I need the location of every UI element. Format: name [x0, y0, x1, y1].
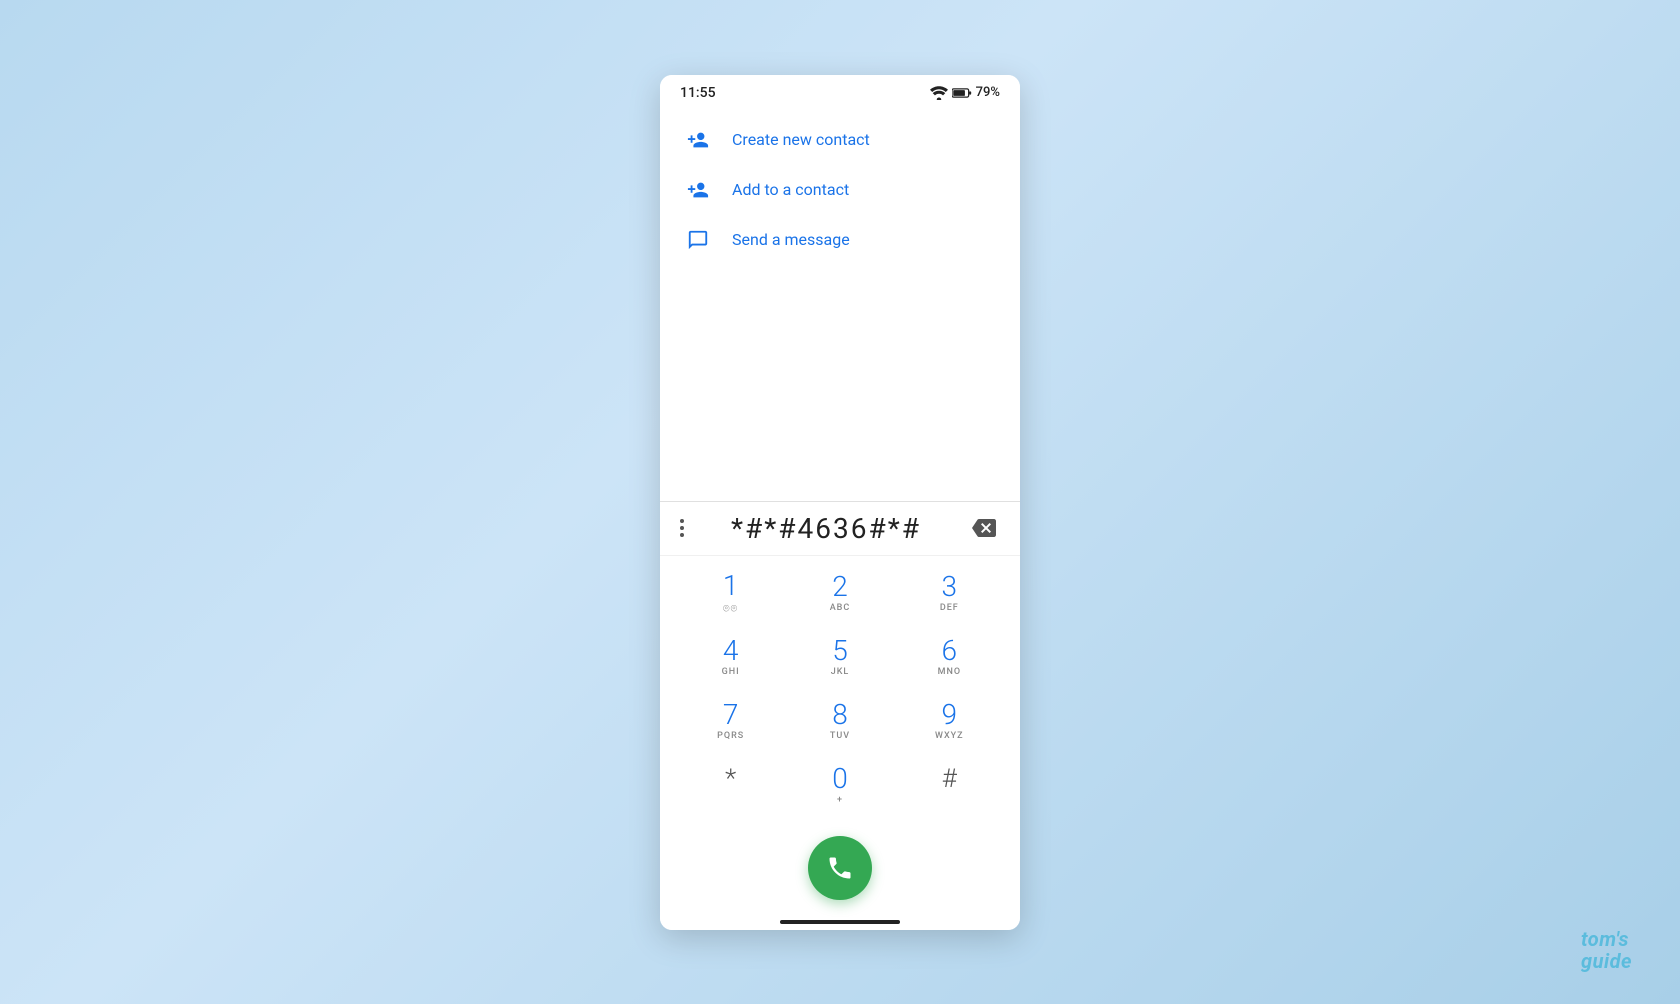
keypad-row-2: 4 GHI 5 JKL 6 MNO — [676, 628, 1004, 688]
key-7-letters: PQRS — [717, 731, 744, 743]
key-8-letters: TUV — [830, 731, 850, 743]
keypad-row-1: 1 ⌾⌾ 2 ABC 3 DEF — [676, 564, 1004, 624]
wifi-icon — [930, 86, 948, 100]
key-3[interactable]: 3 DEF — [909, 564, 989, 624]
empty-space — [660, 281, 1020, 501]
key-hash-number: # — [942, 765, 957, 794]
message-icon — [684, 229, 712, 251]
key-star-number: * — [725, 765, 736, 794]
key-0-letters: + — [837, 795, 843, 807]
keypad-row-4: * 0 + # — [676, 756, 1004, 816]
send-message-item[interactable]: Send a message — [660, 215, 1020, 265]
create-new-contact-item[interactable]: Create new contact — [660, 115, 1020, 165]
key-8[interactable]: 8 TUV — [800, 692, 880, 752]
backspace-button[interactable] — [964, 512, 1004, 544]
key-4-letters: GHI — [722, 667, 740, 679]
key-2[interactable]: 2 ABC — [800, 564, 880, 624]
more-options-button[interactable] — [676, 515, 688, 541]
status-time: 11:55 — [680, 85, 716, 101]
key-9-number: 9 — [942, 700, 958, 731]
create-new-contact-label: Create new contact — [732, 130, 870, 149]
keypad-row-3: 7 PQRS 8 TUV 9 WXYZ — [676, 692, 1004, 752]
key-3-number: 3 — [942, 572, 958, 603]
keypad: 1 ⌾⌾ 2 ABC 3 DEF 4 GHI 5 — [660, 556, 1020, 828]
key-1-number: 1 — [723, 571, 739, 602]
key-2-number: 2 — [832, 572, 848, 603]
add-to-contact-item[interactable]: Add to a contact — [660, 165, 1020, 215]
menu-items: Create new contact Add to a contact — [660, 107, 1020, 281]
person-add-icon-2 — [684, 179, 712, 201]
phone-container: 11:55 79% — [660, 75, 1020, 930]
phone-icon — [826, 854, 854, 882]
key-0-number: 0 — [832, 764, 848, 795]
key-3-letters: DEF — [940, 603, 959, 615]
battery-icon — [952, 86, 972, 100]
key-7[interactable]: 7 PQRS — [691, 692, 771, 752]
home-indicator — [660, 912, 1020, 930]
status-bar: 11:55 79% — [660, 75, 1020, 107]
top-panel: 11:55 79% — [660, 75, 1020, 501]
key-star[interactable]: * — [691, 756, 771, 816]
key-0[interactable]: 0 + — [800, 756, 880, 816]
watermark-line2: guide — [1581, 950, 1632, 972]
dialer-header: *#*#4636#*# — [660, 502, 1020, 556]
backspace-icon — [972, 516, 996, 540]
send-message-label: Send a message — [732, 230, 850, 249]
watermark: tom's guide — [1581, 928, 1632, 972]
key-hash[interactable]: # — [909, 756, 989, 816]
key-6-letters: MNO — [938, 667, 961, 679]
key-4-number: 4 — [723, 636, 739, 667]
status-icons: 79% — [930, 85, 1000, 100]
watermark-line1: tom's — [1581, 928, 1632, 950]
key-6[interactable]: 6 MNO — [909, 628, 989, 688]
dialer-panel: *#*#4636#*# 1 ⌾⌾ 2 ABC — [660, 501, 1020, 930]
key-8-number: 8 — [832, 700, 848, 731]
key-4[interactable]: 4 GHI — [691, 628, 771, 688]
call-button[interactable] — [808, 836, 872, 900]
key-9[interactable]: 9 WXYZ — [909, 692, 989, 752]
key-5-number: 5 — [832, 636, 848, 667]
key-1-letters: ⌾⌾ — [723, 602, 738, 616]
key-7-number: 7 — [723, 700, 739, 731]
key-2-letters: ABC — [830, 603, 851, 615]
battery-text: 79% — [976, 85, 1000, 100]
key-6-number: 6 — [942, 636, 958, 667]
key-5-letters: JKL — [831, 667, 850, 679]
add-to-contact-label: Add to a contact — [732, 180, 849, 199]
dialer-input[interactable]: *#*#4636#*# — [696, 512, 956, 545]
call-button-row — [660, 828, 1020, 912]
key-1[interactable]: 1 ⌾⌾ — [691, 564, 771, 624]
key-5[interactable]: 5 JKL — [800, 628, 880, 688]
person-add-icon-1 — [684, 129, 712, 151]
home-bar — [780, 920, 900, 924]
key-9-letters: WXYZ — [935, 731, 964, 743]
